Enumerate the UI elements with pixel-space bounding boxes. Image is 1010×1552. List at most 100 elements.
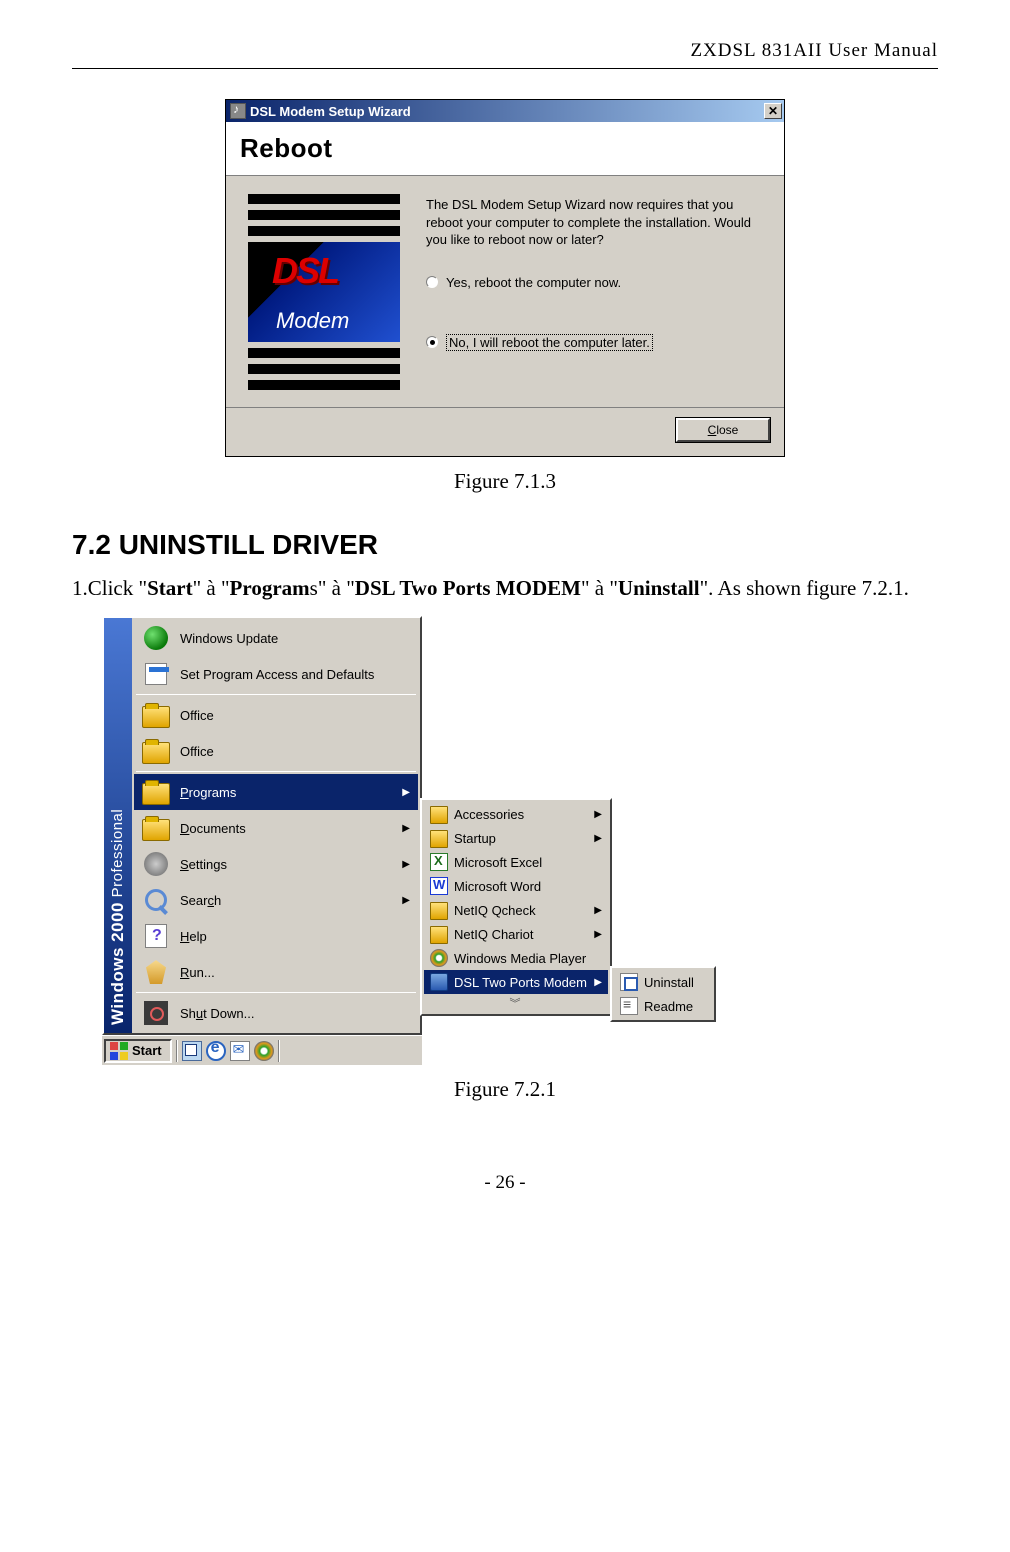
submenu-startup[interactable]: Startup ▶ (424, 826, 608, 850)
btn-text: lose (716, 423, 738, 437)
submenu-label: Readme (644, 999, 693, 1014)
splash-dsl-text: DSL (272, 250, 338, 292)
wizard-dialog: DSL Modem Setup Wizard ✕ Reboot DSL Mode… (225, 99, 785, 457)
folder-icon (430, 806, 448, 824)
txt: " à " (581, 576, 618, 600)
ql-ie-icon[interactable] (206, 1041, 226, 1061)
menu-run[interactable]: Run... (134, 954, 418, 990)
chevron-right-icon: ▶ (594, 833, 602, 844)
submenu-excel[interactable]: Microsoft Excel (424, 850, 608, 874)
programs-submenu: Accessories ▶ Startup ▶ Microsoft Excel … (420, 798, 612, 1016)
splash-modem-text: Modem (276, 308, 349, 334)
menu-label: Office (180, 744, 214, 759)
menu-label: Settings (180, 857, 227, 872)
submenu-netiq-qcheck[interactable]: NetIQ Qcheck ▶ (424, 898, 608, 922)
doc-header: ZXDSL 831AII User Manual (72, 40, 938, 62)
menu-windows-update[interactable]: Windows Update (134, 620, 418, 656)
chevron-right-icon: ▶ (594, 809, 602, 820)
menu-programs[interactable]: Programs ▶ (134, 774, 418, 810)
uninstall-icon (620, 973, 638, 991)
submenu-dsl-modem[interactable]: DSL Two Ports Modem ▶ (424, 970, 608, 994)
menu-label: Set Program Access and Defaults (180, 667, 374, 682)
word-icon (430, 877, 448, 895)
submenu-label: DSL Two Ports Modem (454, 975, 587, 990)
menu-documents[interactable]: Documents ▶ (134, 810, 418, 846)
titlebar-close-button[interactable]: ✕ (764, 103, 782, 119)
run-icon (146, 960, 166, 984)
submenu-uninstall[interactable]: Uninstall (614, 970, 712, 994)
txt: " à " (318, 576, 355, 600)
txt-bold: Uninstall (618, 576, 700, 600)
submenu-label: Microsoft Word (454, 879, 541, 894)
wizard-message: The DSL Modem Setup Wizard now requires … (426, 196, 762, 249)
expand-chevrons-icon[interactable]: ︾ (424, 994, 608, 1012)
shutdown-icon (144, 1001, 168, 1025)
radio-reboot-now[interactable]: Yes, reboot the computer now. (426, 275, 762, 290)
radio-icon (426, 336, 438, 348)
folder-icon (430, 830, 448, 848)
folder-icon (430, 926, 448, 944)
submenu-readme[interactable]: Readme (614, 994, 712, 1018)
text-file-icon (620, 997, 638, 1015)
menu-program-access[interactable]: Set Program Access and Defaults (134, 656, 418, 692)
windows-flag-icon (110, 1042, 128, 1060)
gear-icon (144, 852, 168, 876)
radio-icon (426, 276, 438, 288)
folder-icon (430, 902, 448, 920)
submenu-accessories[interactable]: Accessories ▶ (424, 802, 608, 826)
submenu-wmp[interactable]: Windows Media Player (424, 946, 608, 970)
start-label: Start (132, 1043, 162, 1058)
txt-bold: Start (147, 576, 193, 600)
chevron-right-icon: ▶ (594, 977, 602, 988)
submenu-word[interactable]: Microsoft Word (424, 874, 608, 898)
chevron-right-icon: ▶ (402, 787, 410, 798)
ql-show-desktop-icon[interactable] (182, 1041, 202, 1061)
submenu-label: NetIQ Qcheck (454, 903, 536, 918)
submenu-label: Microsoft Excel (454, 855, 542, 870)
app-icon (230, 103, 246, 119)
menu-shutdown[interactable]: Shut Down... (134, 995, 418, 1031)
stripe-bold: Windows 2000 (108, 902, 127, 1025)
help-icon (145, 924, 167, 948)
folder-icon (142, 742, 170, 764)
taskbar: Start (102, 1035, 422, 1065)
search-icon (145, 889, 167, 911)
wizard-titlebar[interactable]: DSL Modem Setup Wizard ✕ (226, 100, 784, 122)
radio-reboot-later-label: No, I will reboot the computer later. (446, 334, 653, 351)
radio-reboot-later[interactable]: No, I will reboot the computer later. (426, 334, 762, 351)
menu-search[interactable]: Search ▶ (134, 882, 418, 918)
chevron-right-icon: ▶ (594, 905, 602, 916)
submenu-label: Uninstall (644, 975, 694, 990)
chevron-right-icon: ▶ (594, 929, 602, 940)
menu-office-1[interactable]: Office (134, 697, 418, 733)
menu-label: Search (180, 893, 221, 908)
excel-icon (430, 853, 448, 871)
submenu-label: Startup (454, 831, 496, 846)
menu-office-2[interactable]: Office (134, 733, 418, 769)
submenu-label: Accessories (454, 807, 524, 822)
start-button[interactable]: Start (104, 1039, 172, 1063)
txt-bold: DSL Two Ports MODEM (355, 576, 581, 600)
separator (136, 992, 416, 993)
programs-icon (145, 663, 167, 685)
close-button[interactable]: Close (676, 418, 770, 442)
chevron-right-icon: ▶ (402, 859, 410, 870)
separator (136, 694, 416, 695)
ql-outlook-icon[interactable] (230, 1041, 250, 1061)
ql-wmp-icon[interactable] (254, 1041, 274, 1061)
menu-label: Shut Down... (180, 1006, 254, 1021)
submenu-netiq-chariot[interactable]: NetIQ Chariot ▶ (424, 922, 608, 946)
figure-caption: Figure 7.1.3 (72, 469, 938, 494)
txt: " à " (193, 576, 230, 600)
submenu-label: Windows Media Player (454, 951, 586, 966)
txt: s (310, 576, 318, 600)
documents-icon (142, 819, 170, 841)
txt-bold: Program (230, 576, 310, 600)
menu-label: Windows Update (180, 631, 278, 646)
menu-settings[interactable]: Settings ▶ (134, 846, 418, 882)
globe-icon (144, 626, 168, 650)
section-heading: 7.2 UNINSTILL DRIVER (72, 529, 938, 561)
header-rule (72, 68, 938, 69)
menu-help[interactable]: Help (134, 918, 418, 954)
submenu-label: NetIQ Chariot (454, 927, 533, 942)
